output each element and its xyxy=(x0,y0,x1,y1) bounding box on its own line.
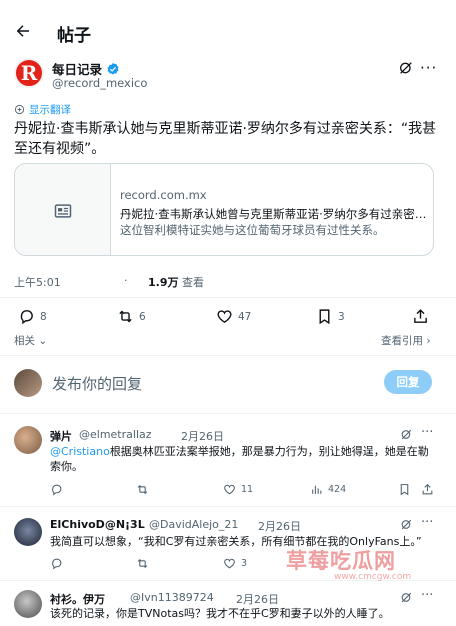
views-icon xyxy=(310,483,323,496)
share-action[interactable] xyxy=(412,308,429,325)
repost-action[interactable]: 6 xyxy=(117,308,146,325)
show-translation-link[interactable]: 显示翻译 xyxy=(14,102,71,117)
more-options-icon[interactable]: ··· xyxy=(421,425,433,440)
comment-author-handle[interactable]: @DavidAlejo_21 xyxy=(149,518,238,531)
link-card[interactable]: record.com.mx 丹妮拉·查韦斯承认她曾与克里斯蒂亚诺·罗纳尔多有过亲… xyxy=(14,163,434,256)
bookmark-icon xyxy=(398,483,411,496)
link-card-description: 这位智利模特证实她与这位葡萄牙球员有过性关系。 xyxy=(120,223,385,237)
reply-action[interactable]: 8 xyxy=(18,308,47,325)
show-translation-label: 显示翻译 xyxy=(29,104,71,116)
comment-author-name[interactable]: 弹片 xyxy=(50,428,72,444)
comment-repost-action[interactable] xyxy=(136,483,149,496)
grok-icon[interactable] xyxy=(400,591,413,604)
comment-avatar[interactable] xyxy=(14,518,42,546)
comment-author-name[interactable]: ElChivoD@N¡3L xyxy=(50,518,145,531)
comment-text: 该死的记录，你是TVNotas吗？我才不在乎C罗和妻子以外的人睡了。 xyxy=(50,607,390,620)
reply-icon xyxy=(50,557,63,570)
article-icon xyxy=(53,201,73,221)
watermark-url: www.cmcgw.com xyxy=(334,572,412,582)
heart-icon xyxy=(223,483,236,496)
comment-like-count: 11 xyxy=(241,484,254,495)
comment-share-action[interactable] xyxy=(421,483,434,496)
link-card-thumbnail xyxy=(15,164,111,255)
divider xyxy=(0,355,456,356)
view-quotes-link[interactable]: 查看引用 › xyxy=(381,333,431,348)
divider xyxy=(0,413,456,414)
comment-text: @Cristiano根据奥林匹亚法案举报她，那是暴力行为，别让她得逞，她是在勒索… xyxy=(50,444,434,474)
comment-mention[interactable]: @Cristiano xyxy=(50,445,110,458)
comment-reply-action[interactable] xyxy=(50,483,63,496)
translate-icon xyxy=(14,104,25,115)
comment-like-count: 3 xyxy=(241,558,248,569)
more-options-icon[interactable]: ··· xyxy=(420,59,437,77)
grok-icon[interactable] xyxy=(400,518,413,531)
comment-avatar[interactable] xyxy=(14,426,42,454)
comment-date[interactable]: 2月26日 xyxy=(258,518,301,534)
link-card-title: 丹妮拉·查韦斯承认她曾与克里斯蒂亚诺·罗纳尔多有过亲密关系... xyxy=(120,207,428,221)
link-card-domain: record.com.mx xyxy=(120,188,207,202)
bookmark-action[interactable]: 3 xyxy=(316,308,345,325)
author-avatar[interactable]: R xyxy=(14,58,44,88)
comment-like-action[interactable]: 3 xyxy=(223,557,247,570)
comment-date[interactable]: 2月26日 xyxy=(181,428,224,444)
comment-repost-action[interactable] xyxy=(136,557,149,570)
meta-separator: · xyxy=(124,274,128,287)
comment-like-action[interactable]: 11 xyxy=(223,483,253,496)
author-handle[interactable]: @record_mexico xyxy=(52,76,147,90)
repost-icon xyxy=(136,557,149,570)
comment-author-handle[interactable]: @elmetrallaz xyxy=(79,428,152,441)
comment-reply-action[interactable] xyxy=(50,557,63,570)
post-timestamp[interactable]: 上午5:01 xyxy=(14,274,61,290)
reply-count: 8 xyxy=(40,310,47,323)
post-views: 1.9万 查看 xyxy=(148,274,204,290)
like-count: 47 xyxy=(238,310,252,323)
bookmark-count: 3 xyxy=(338,310,345,323)
bookmark-icon xyxy=(316,308,333,325)
reply-icon xyxy=(18,308,35,325)
chevron-down-icon: ⌄ xyxy=(38,335,48,347)
like-action[interactable]: 47 xyxy=(216,308,251,325)
views-count: 1.9万 xyxy=(148,276,179,289)
verified-badge-icon xyxy=(106,62,120,76)
share-icon xyxy=(412,308,429,325)
reply-button[interactable]: 回复 xyxy=(384,370,432,394)
current-user-avatar[interactable] xyxy=(14,369,42,397)
comment-avatar[interactable] xyxy=(14,590,42,618)
repost-icon xyxy=(117,308,134,325)
grok-icon[interactable] xyxy=(398,60,414,76)
more-options-icon[interactable]: ··· xyxy=(421,515,433,530)
page-title: 帖子 xyxy=(57,26,91,46)
repost-icon xyxy=(136,483,149,496)
divider xyxy=(0,297,456,298)
related-label: 相关 xyxy=(14,335,35,347)
more-options-icon[interactable]: ··· xyxy=(421,588,433,603)
reply-icon xyxy=(50,483,63,496)
comment-views-count: 424 xyxy=(328,484,347,495)
divider xyxy=(0,506,456,507)
comment-author-handle[interactable]: @Ivn11389724 xyxy=(130,591,214,604)
view-quotes-label: 查看引用 xyxy=(381,335,423,347)
views-label: 查看 xyxy=(182,276,204,289)
comment-views-action[interactable]: 424 xyxy=(310,483,346,496)
heart-icon xyxy=(223,557,236,570)
watermark-text: 草莓吃瓜网 xyxy=(286,549,396,573)
reply-input[interactable]: 发布你的回复 xyxy=(52,373,142,394)
repost-count: 6 xyxy=(139,310,146,323)
heart-icon xyxy=(216,308,233,325)
back-arrow-icon[interactable] xyxy=(14,22,32,40)
comment-bookmark-action[interactable] xyxy=(398,483,411,496)
grok-icon[interactable] xyxy=(400,428,413,441)
share-icon xyxy=(421,483,434,496)
comment-author-name[interactable]: 衬衫。伊万 xyxy=(50,591,105,607)
chevron-right-icon: › xyxy=(426,335,431,347)
comment-date[interactable]: 2月26日 xyxy=(236,591,279,607)
related-dropdown[interactable]: 相关 ⌄ xyxy=(14,333,47,348)
post-text: 丹妮拉·查韦斯承认她与克里斯蒂亚诺·罗纳尔多有过亲密关系：“我甚至还有视频”。 xyxy=(14,121,437,157)
